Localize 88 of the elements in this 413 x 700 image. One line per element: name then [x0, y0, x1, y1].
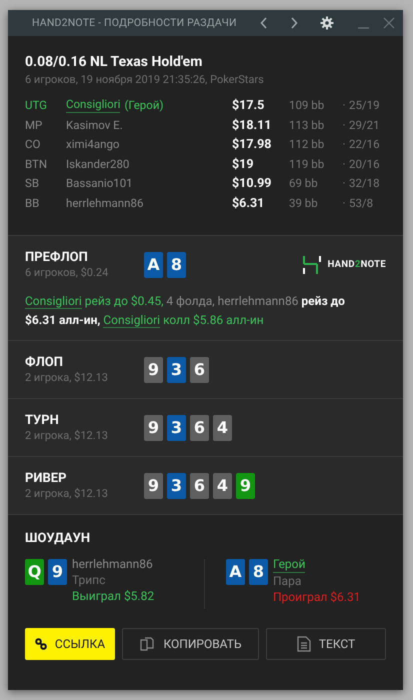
separator-dot: ·	[341, 136, 346, 153]
stack-amount: $18.11	[232, 116, 272, 134]
player-name: herrlehmann86	[66, 194, 144, 212]
playing-card: 9	[48, 559, 67, 585]
copy-button[interactable]: КОПИРОВАТЬ	[122, 628, 259, 660]
player-link[interactable]: Consigliori	[66, 96, 120, 113]
separator-dot: ·	[341, 116, 346, 134]
stack-amount: $6.31	[232, 194, 266, 212]
action-text: Consigliori рейз до $0.45, 4 фолда, herrlehmann86 рейз до $6.31 алл-ин, Consigliori колл $5.86 алл-ин	[25, 293, 346, 330]
playing-card: Q	[25, 559, 44, 585]
separator-dot: ·	[341, 175, 346, 192]
stack-bb: 109 bb	[289, 97, 326, 114]
playing-card: 3	[167, 414, 186, 440]
position-label: SB	[25, 175, 40, 192]
hand-subtitle: 6 игроков, 19 ноября 2019 21:35:26, PokerStars	[25, 72, 265, 88]
player-name: Iskander280	[66, 156, 130, 172]
stack-bb: 39 bb	[289, 194, 319, 212]
stack-bb: 119 bb	[289, 156, 326, 172]
player-name: ximi4ango	[66, 136, 120, 153]
copy-icon	[139, 636, 156, 652]
link-button[interactable]: ССЫЛКА	[25, 628, 115, 660]
playing-card: 6	[190, 472, 209, 498]
settings-icon[interactable]	[320, 16, 334, 30]
street-info: 6 игроков, $0.24	[25, 266, 110, 280]
playing-card: A	[226, 559, 245, 585]
street-info: 2 игрока, $12.13	[25, 486, 109, 500]
player-link[interactable]: Герой	[273, 556, 306, 573]
player-name: Bassanio101	[66, 175, 133, 192]
player-stats: 29/21	[349, 116, 380, 134]
playing-card: A	[144, 252, 163, 278]
street-title: ТУРН	[25, 412, 60, 428]
playing-card: 9	[236, 472, 255, 498]
stack-bb: 69 bb	[289, 175, 319, 192]
player-stats: 22/16	[349, 136, 380, 153]
logo-text: HAND2NOTE	[328, 258, 386, 272]
player-name: Kasimov E.	[66, 116, 123, 134]
player-stats: 53/8	[349, 194, 374, 212]
playing-card: 3	[167, 356, 186, 382]
stack-amount: $10.99	[232, 175, 272, 193]
stack-bb: 113 bb	[289, 116, 326, 134]
position-label: CO	[25, 136, 42, 153]
logo-icon	[302, 256, 322, 274]
back-icon[interactable]	[260, 17, 268, 29]
street-title: РИВЕР	[25, 470, 68, 486]
street-title: ПРЕФЛОП	[25, 250, 89, 266]
playing-card: 4	[213, 414, 232, 440]
player-link[interactable]: Consigliori	[25, 294, 82, 309]
stack-bb: 112 bb	[289, 136, 326, 153]
playing-card: 4	[213, 472, 232, 498]
position-label: MP	[25, 116, 44, 134]
showdown-title: ШОУДАУН	[25, 531, 92, 547]
hero-tag: (Герой)	[124, 96, 164, 116]
playing-card: 3	[167, 472, 186, 498]
playing-card: 9	[144, 414, 163, 440]
document-icon	[296, 636, 311, 652]
playing-card: 8	[167, 252, 186, 278]
playing-card: 9	[144, 472, 163, 498]
position-label: BTN	[25, 156, 48, 172]
forward-icon[interactable]	[290, 17, 298, 29]
close-icon[interactable]	[383, 17, 395, 29]
hand-result: Проиграл $6.31	[273, 589, 360, 605]
player-stats: 20/16	[349, 156, 380, 172]
hand-combo: Пара	[273, 573, 302, 589]
text-button[interactable]: ТЕКСТ	[266, 628, 386, 660]
window-title: HAND2NOTE - ПОДРОБНОСТИ РАЗДАЧИ	[32, 15, 238, 31]
position-label: UTG	[25, 97, 48, 114]
playing-card: 8	[249, 559, 268, 585]
street-title: ФЛОП	[25, 354, 64, 370]
player-stats: 25/19	[349, 97, 380, 114]
stack-amount: $17.98	[232, 136, 272, 154]
hand-combo: Трипс	[72, 572, 106, 588]
street-info: 2 игрока, $12.13	[25, 370, 109, 384]
hand-title: 0.08/0.16 NL Texas Hold'em	[25, 53, 204, 71]
separator-dot: ·	[341, 194, 346, 212]
player-link[interactable]: Consigliori	[103, 313, 160, 328]
hand-result: Выиграл $5.82	[72, 588, 154, 604]
separator-dot: ·	[341, 156, 346, 172]
player-stats: 32/18	[349, 175, 380, 192]
separator-dot: ·	[341, 97, 346, 114]
stack-amount: $19	[232, 156, 255, 174]
link-icon	[34, 638, 47, 650]
player-name: herrlehmann86	[72, 556, 154, 572]
playing-card: 6	[190, 356, 209, 382]
playing-card: 9	[144, 356, 163, 382]
stack-amount: $17.5	[232, 97, 266, 115]
street-info: 2 игрока, $12.13	[25, 428, 109, 442]
position-label: BB	[25, 194, 40, 212]
playing-card: 6	[190, 414, 209, 440]
